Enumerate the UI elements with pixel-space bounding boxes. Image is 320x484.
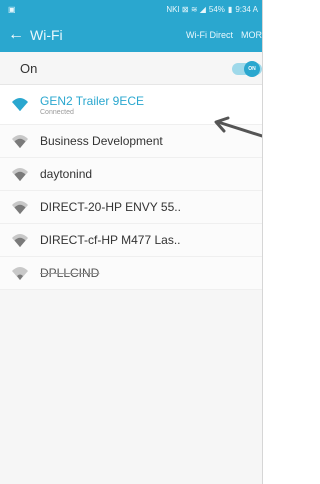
- wifi-signal-icon: [0, 266, 40, 281]
- network-name: DIRECT-20-HP ENVY 55..: [40, 200, 181, 214]
- app-bar: ← Wi-Fi Wi-Fi Direct MOR: [0, 18, 262, 52]
- network-row[interactable]: DIRECT-cf-HP M477 Las..: [0, 224, 262, 257]
- network-name: daytonind: [40, 167, 93, 181]
- wifi-signal-icon: [0, 167, 40, 182]
- battery-level: 54%: [208, 4, 225, 14]
- wifi-toggle-row[interactable]: On ON: [0, 52, 262, 85]
- wifi-toggle-switch[interactable]: ON: [232, 61, 262, 77]
- network-text: DPLLCIND: [40, 266, 99, 280]
- wifi-settings-screen: ▣ NKI ⊠ ≋ ◢ 54% ▮ 9:34 A ← Wi-Fi Wi-Fi D…: [0, 0, 263, 484]
- toggle-knob: ON: [244, 61, 260, 77]
- wifi-toggle-label: On: [20, 60, 38, 76]
- battery-icon: ▮: [227, 4, 233, 14]
- clock: 9:34 A: [235, 4, 258, 14]
- wifi-signal-icon: [0, 97, 40, 112]
- network-row[interactable]: DIRECT-20-HP ENVY 55..: [0, 191, 262, 224]
- network-row[interactable]: DPLLCIND: [0, 257, 262, 290]
- network-text: DIRECT-cf-HP M477 Las..: [40, 233, 180, 247]
- back-arrow-icon[interactable]: ←: [8, 26, 24, 44]
- wifi-signal-icon: [0, 200, 40, 215]
- gallery-icon: ▣: [8, 4, 16, 14]
- status-icons: NKI ⊠ ≋ ◢: [166, 4, 206, 14]
- network-name: Business Development: [40, 134, 163, 148]
- network-text: DIRECT-20-HP ENVY 55..: [40, 200, 181, 214]
- network-status: Connected: [40, 108, 74, 116]
- status-bar: ▣ NKI ⊠ ≋ ◢ 54% ▮ 9:34 A: [0, 0, 262, 18]
- network-text: daytonind: [40, 167, 92, 181]
- page-title: Wi-Fi: [30, 27, 63, 43]
- network-text: Business Development: [40, 134, 163, 148]
- pointer-arrow-icon: [214, 116, 262, 138]
- wifi-direct-button[interactable]: Wi-Fi Direct: [186, 30, 233, 40]
- network-name: DIRECT-cf-HP M477 Las..: [40, 233, 181, 247]
- network-name: DPLLCIND: [40, 266, 100, 280]
- network-text: GEN2 Trailer 9ECE Connected: [40, 94, 144, 116]
- network-row[interactable]: daytonind: [0, 158, 262, 191]
- more-button[interactable]: MOR: [241, 30, 262, 40]
- wifi-signal-icon: [0, 233, 40, 248]
- network-name: GEN2 Trailer 9ECE: [40, 93, 145, 108]
- wifi-signal-icon: [0, 134, 40, 149]
